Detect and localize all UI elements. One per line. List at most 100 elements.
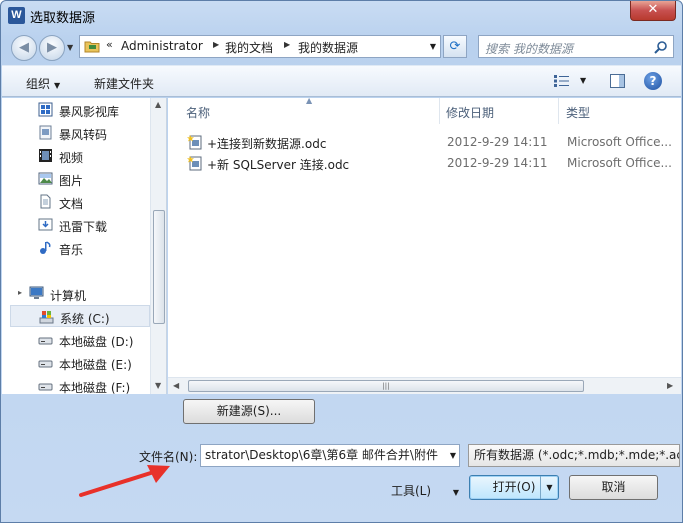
chevron-down-icon[interactable]: ▼ (446, 445, 456, 466)
view-dropdown[interactable]: ▼ (580, 76, 586, 85)
scroll-right-icon[interactable]: ▶ (667, 381, 673, 390)
scrollbar-thumb[interactable] (153, 210, 165, 324)
recent-locations-dropdown[interactable]: ▼ (67, 43, 73, 52)
breadcrumb-separator[interactable]: ▶ (284, 40, 290, 49)
sidebar-item-drive-d[interactable]: 本地磁盘 (D:) (2, 329, 150, 351)
sidebar-item-label: 本地磁盘 (F:) (59, 381, 131, 394)
close-button[interactable]: ✕ (630, 1, 676, 21)
preview-pane-icon[interactable] (610, 74, 625, 88)
breadcrumb-administrator[interactable]: Administrator (121, 39, 203, 53)
cancel-button[interactable]: 取消 (569, 475, 658, 500)
sidebar-item-documents[interactable]: 文档 (2, 191, 150, 213)
sidebar-item-label: 音乐 (59, 243, 84, 257)
library-icon (38, 102, 53, 117)
dialog-title: 选取数据源 (30, 11, 96, 26)
back-button[interactable]: ◀ (11, 35, 37, 61)
refresh-icon: ⟳ (449, 39, 461, 54)
sidebar-item-pictures[interactable]: 图片 (2, 168, 150, 190)
horizontal-scrollbar[interactable]: ◀ ||| ▶ (168, 377, 681, 394)
word-icon: W (8, 7, 25, 24)
sidebar-item-label: 计算机 (50, 289, 87, 303)
file-name: +新 SQLServer 连接.odc (207, 158, 350, 172)
library-icon (39, 125, 52, 140)
forward-button[interactable]: ▶ (39, 35, 65, 61)
scroll-left-icon[interactable]: ◀ (173, 381, 179, 390)
odc-file-icon (187, 156, 202, 171)
new-source-button[interactable]: 新建源(S)... (183, 399, 315, 424)
collapse-arrow-icon[interactable]: ▸ (18, 288, 22, 297)
annotation-arrow (79, 465, 170, 497)
sidebar-item-drive-e[interactable]: 本地磁盘 (E:) (2, 352, 150, 374)
sidebar-item-label: 本地磁盘 (E:) (59, 358, 132, 372)
sidebar-item-thunder-download[interactable]: 迅雷下载 (2, 214, 150, 236)
video-icon (39, 149, 52, 162)
column-header-name[interactable]: 名称 (186, 104, 210, 121)
sidebar-item-label: 文档 (59, 197, 84, 211)
command-bar: 组织 ▼ 新建文件夹 ▼ ? (2, 65, 681, 97)
refresh-button[interactable]: ⟳ (443, 35, 467, 58)
sidebar-item-label: 视频 (59, 151, 84, 165)
drive-icon (38, 360, 53, 368)
address-overflow[interactable]: « (106, 38, 113, 51)
tools-menu[interactable]: 工具(L) ▼ (391, 482, 459, 499)
sidebar-item-system-c[interactable]: 系统 (C:) (10, 305, 150, 327)
scroll-up-icon[interactable]: ▲ (155, 100, 161, 109)
sidebar-item-baofeng-transcode[interactable]: 暴风转码 (2, 122, 150, 144)
organize-menu[interactable]: 组织 ▼ (26, 75, 60, 92)
filename-field[interactable]: strator\Desktop\6章\第6章 邮件合并\附件 ▼ (200, 444, 460, 467)
search-input[interactable]: 搜索 我的数据源 (478, 35, 674, 58)
sidebar-item-computer[interactable]: ▸ 计算机 (2, 283, 150, 305)
help-icon[interactable]: ? (644, 72, 662, 90)
picture-icon (38, 172, 53, 185)
tools-label: 工具(L) (391, 484, 432, 498)
file-modified: 2012-9-29 14:11 (447, 156, 548, 170)
file-row[interactable]: +新 SQLServer 连接.odc 2012-9-29 14:11 Micr… (182, 153, 681, 173)
column-divider[interactable] (439, 98, 440, 124)
search-placeholder: 搜索 我的数据源 (485, 42, 573, 56)
sidebar-item-label: 本地磁盘 (D:) (59, 335, 134, 349)
sidebar-item-drive-f[interactable]: 本地磁盘 (F:) (2, 375, 150, 394)
breadcrumb-my-data-sources[interactable]: 我的数据源 (298, 39, 358, 56)
chevron-down-icon: ▼ (54, 81, 61, 90)
filetype-select[interactable]: 所有数据源 (*.odc;*.mdb;*.mde;*.accd (468, 444, 680, 467)
sidebar-item-label: 系统 (C:) (60, 312, 110, 326)
scroll-down-icon[interactable]: ▼ (155, 381, 161, 390)
sidebar-scrollbar[interactable]: ▲ ▼ (150, 98, 166, 394)
breadcrumb-my-documents[interactable]: 我的文档 (225, 39, 273, 56)
sidebar-item-label: 迅雷下载 (59, 220, 108, 234)
open-button[interactable]: 打开(O) ▼ (469, 475, 559, 500)
open-label: 打开(O) (492, 480, 536, 494)
address-bar[interactable]: « Administrator ▶ 我的文档 ▶ 我的数据源 ▼ (79, 35, 441, 58)
organize-label: 组织 (26, 77, 51, 91)
column-divider[interactable] (558, 98, 559, 124)
filename-value: strator\Desktop\6章\第6章 邮件合并\附件 (205, 448, 438, 462)
file-modified: 2012-9-29 14:11 (447, 135, 548, 149)
sort-ascending-icon: ▲ (306, 98, 313, 105)
breadcrumb-separator[interactable]: ▶ (213, 40, 219, 49)
download-icon (38, 218, 53, 231)
sidebar-item-baofeng-library[interactable]: 暴风影视库 (2, 99, 150, 121)
column-header-type[interactable]: 类型 (566, 104, 590, 121)
view-options-icon[interactable] (554, 75, 570, 87)
sidebar-item-music[interactable]: 音乐 (2, 237, 150, 259)
music-icon (40, 241, 51, 254)
system-drive-icon (39, 311, 54, 324)
file-row[interactable]: +连接到新数据源.odc 2012-9-29 14:11 Microsoft O… (182, 132, 681, 152)
sidebar-item-label: 暴风转码 (59, 128, 108, 142)
file-list: ▲ 名称 修改日期 类型 +连接到新数据源.odc 2012-9-29 14:1… (168, 98, 681, 394)
file-type: Microsoft Office... (567, 135, 672, 149)
sidebar-item-label: 图片 (59, 174, 84, 188)
drive-icon (38, 337, 53, 345)
computer-icon (29, 286, 44, 299)
column-header-modified[interactable]: 修改日期 (446, 104, 494, 121)
search-icon (654, 41, 667, 54)
chevron-down-icon[interactable]: ▼ (540, 476, 558, 499)
filetype-value: 所有数据源 (*.odc;*.mdb;*.mde;*.accd (474, 448, 680, 462)
sidebar-item-videos[interactable]: 视频 (2, 145, 150, 167)
address-dropdown[interactable]: ▼ (430, 42, 436, 51)
dialog-window: W 选取数据源 ✕ ◀ ▶ ▼ « Administrator ▶ 我的文档 ▶… (0, 0, 683, 523)
file-name: +连接到新数据源.odc (207, 137, 327, 151)
new-folder-button[interactable]: 新建文件夹 (94, 75, 154, 92)
navigation-pane: 暴风影视库 暴风转码 视频 图片 文档 迅雷下载 音乐 ▸ 计算机 系统 (C:… (2, 98, 167, 394)
scrollbar-thumb[interactable]: ||| (188, 380, 584, 392)
